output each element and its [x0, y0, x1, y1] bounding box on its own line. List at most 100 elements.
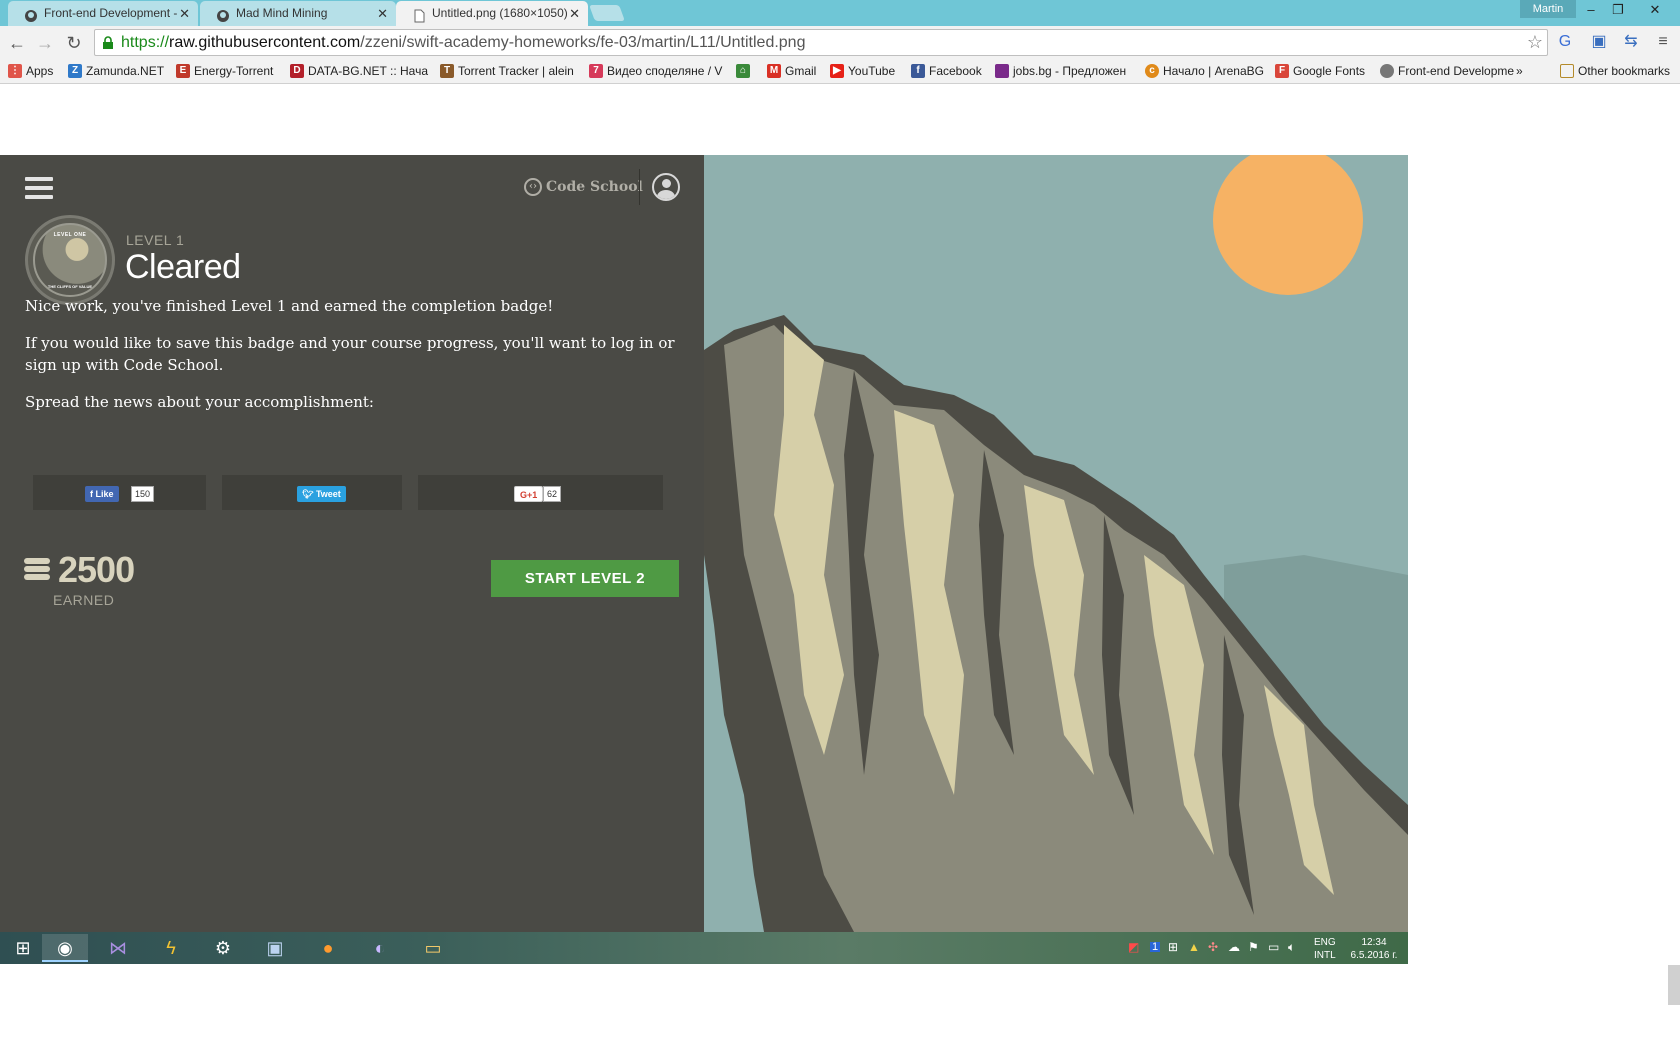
bookmark-video[interactable]: 7 Видео споделяне / V	[587, 59, 722, 83]
lang-bottom: INTL	[1314, 950, 1336, 961]
profile-button[interactable]: Martin	[1520, 0, 1576, 18]
screen-capture-icon[interactable]: ▣	[1589, 32, 1609, 52]
energy-icon: E	[176, 64, 190, 78]
frontend-icon	[1380, 64, 1394, 78]
close-icon[interactable]: ✕	[569, 1, 580, 26]
bookmark-zamunda[interactable]: Z Zamunda.NET	[66, 59, 164, 83]
hamburger-menu-icon[interactable]	[25, 177, 53, 201]
chrome-icon[interactable]: ◉	[42, 934, 88, 962]
window-close-icon[interactable]: ✕	[1642, 0, 1668, 20]
bookmark-label: Other bookmarks	[1578, 64, 1671, 78]
drive-tray-icon[interactable]: ▲	[1188, 941, 1200, 953]
bookmark-star-icon[interactable]: ☆	[1527, 32, 1543, 53]
close-icon[interactable]: ✕	[179, 1, 190, 26]
github-icon	[24, 7, 38, 22]
bookmark-label: DATA-BG.NET :: Нача	[308, 64, 429, 78]
virtualbox-icon[interactable]: ▣	[252, 934, 298, 962]
tab-front-end[interactable]: Front-end Development - ✕	[8, 1, 198, 26]
other-bookmarks[interactable]: Other bookmarks	[1558, 59, 1670, 83]
winamp-icon[interactable]: ϟ	[148, 934, 194, 962]
youtube-icon: ▶	[830, 64, 844, 78]
volume-icon[interactable]: 🔈︎	[1288, 941, 1295, 953]
bookmark-torrent-tracker[interactable]: T Torrent Tracker | alein	[438, 59, 574, 83]
arenabg-icon: c	[1145, 64, 1159, 78]
badge-top-text: LEVEL ONE	[53, 232, 87, 238]
windows-tray-icon[interactable]: ⊞	[1168, 941, 1178, 953]
clock-date: 6.5.2016 г.	[1350, 950, 1398, 961]
folder-icon[interactable]: ▭	[410, 934, 456, 962]
jobsbg-icon	[995, 64, 1009, 78]
bookmark-apps[interactable]: ⋮ Apps	[6, 59, 53, 83]
antivirus-tray-icon[interactable]: ◩	[1128, 941, 1139, 953]
browser-toolbar: ← → ↻ https://raw.githubusercontent.com/…	[0, 26, 1680, 59]
tweet-button[interactable]: 🐦︎ Tweet	[297, 486, 346, 502]
bookmark-gmail[interactable]: M Gmail	[765, 59, 816, 83]
language-indicator[interactable]: ENG INTL	[1314, 938, 1336, 961]
bookmark-jobs-bg[interactable]: jobs.bg - Предложен	[993, 59, 1126, 83]
bookmark-label: Видео споделяне / V	[607, 64, 723, 78]
sync-arrows-icon[interactable]: ⇆	[1621, 32, 1641, 52]
menu-icon[interactable]: ≡	[1653, 32, 1673, 52]
level-cleared-panel: ‹› Code School LEVEL ONE THE CLIFFS OF VA…	[0, 155, 704, 932]
bookmark-front-end[interactable]: Front-end Developme	[1378, 59, 1514, 83]
status-title: Cleared	[125, 248, 241, 286]
badge-bottom-text: THE CLIFFS OF VALUE	[47, 284, 93, 289]
close-icon[interactable]: ✕	[377, 1, 388, 26]
gmail-icon: M	[767, 64, 781, 78]
tab-label: Front-end Development -	[44, 6, 178, 20]
cloud-tray-icon[interactable]: ☁	[1228, 941, 1240, 953]
windows-taskbar: ⊞ ◉ ⋈ ϟ ⚙ ▣ ● ◐ ▭ ◩ 1 ⊞ ▲ ✣ ☁ ⚑ ▭ 🔈︎ ENG…	[0, 932, 1408, 964]
gplus-button[interactable]: G+1	[514, 486, 544, 502]
monitor-tray-icon[interactable]: ▭	[1268, 941, 1279, 953]
points-earned-label: EARNED	[53, 592, 115, 608]
flag-tray-icon[interactable]: ⚑	[1248, 941, 1259, 953]
bookmark-facebook[interactable]: f Facebook	[909, 59, 982, 83]
cat-icon[interactable]: ◐	[357, 934, 403, 962]
back-icon[interactable]: ←	[6, 32, 28, 54]
minimize-icon[interactable]: –	[1578, 0, 1604, 20]
user-avatar-icon[interactable]	[652, 173, 680, 201]
brand-text: Code School	[546, 179, 643, 195]
home-icon: ⌂	[736, 64, 750, 78]
translate-icon[interactable]: G	[1555, 32, 1575, 52]
points-earned: 2500	[58, 549, 135, 590]
code-school-logo[interactable]: ‹› Code School	[524, 177, 643, 197]
header-divider	[639, 169, 640, 205]
bookmark-home[interactable]: ⌂	[734, 59, 754, 83]
bookmark-energy-torrent[interactable]: E Energy-Torrent	[174, 59, 273, 83]
scrollbar[interactable]	[1668, 965, 1680, 1005]
url-text: https://raw.githubusercontent.com/zzeni/…	[121, 30, 805, 55]
spread-news-message: Spread the news about your accomplishmen…	[25, 393, 374, 411]
reload-icon[interactable]: ↻	[63, 32, 85, 54]
folder-icon	[1560, 64, 1574, 78]
start-icon[interactable]: ⊞	[0, 934, 46, 962]
bookmark-youtube[interactable]: ▶ YouTube	[828, 59, 895, 83]
bookmark-google-fonts[interactable]: F Google Fonts	[1273, 59, 1365, 83]
databg-icon: D	[290, 64, 304, 78]
restore-icon[interactable]: ❐	[1605, 0, 1631, 20]
bookmarks-overflow[interactable]: »	[1516, 59, 1523, 83]
tweet-label: Tweet	[315, 489, 341, 499]
bookmark-label: Apps	[26, 64, 54, 78]
bookmark-data-bg[interactable]: D DATA-BG.NET :: Нача	[288, 59, 428, 83]
visual-studio-icon[interactable]: ⋈	[95, 934, 141, 962]
gplus-count: 62	[543, 486, 562, 502]
bookmark-arenabg[interactable]: c Начало | ArenaBG	[1143, 59, 1264, 83]
clock[interactable]: 12:34 6.5.2016 г.	[1348, 938, 1400, 961]
completion-message: Nice work, you've finished Level 1 and e…	[25, 297, 554, 315]
clock-time: 12:34	[1361, 937, 1387, 948]
network-tray-icon[interactable]: ✣	[1208, 941, 1218, 953]
start-level-2-button[interactable]: START LEVEL 2	[491, 560, 679, 597]
steam-icon[interactable]: ⚙	[200, 934, 246, 962]
tab-mad-mind-mining[interactable]: Mad Mind Mining ✕	[200, 1, 396, 26]
address-bar[interactable]: https://raw.githubusercontent.com/zzeni/…	[94, 29, 1548, 56]
apps-grid-icon: ⋮	[8, 64, 22, 78]
forward-icon[interactable]: →	[34, 32, 56, 54]
facebook-like-button[interactable]: f Like	[85, 486, 119, 502]
tray-badge-icon[interactable]: 1	[1150, 942, 1161, 953]
url-scheme: https://	[121, 34, 170, 51]
bookmarks-bar: ⋮ Apps Z Zamunda.NET E Energy-Torrent D DATA…	[0, 59, 1680, 84]
tab-untitled-png[interactable]: Untitled.png (1680×1050) ✕	[396, 1, 588, 26]
new-tab-button[interactable]	[589, 5, 625, 21]
ubuntu-icon[interactable]: ●	[305, 934, 351, 962]
